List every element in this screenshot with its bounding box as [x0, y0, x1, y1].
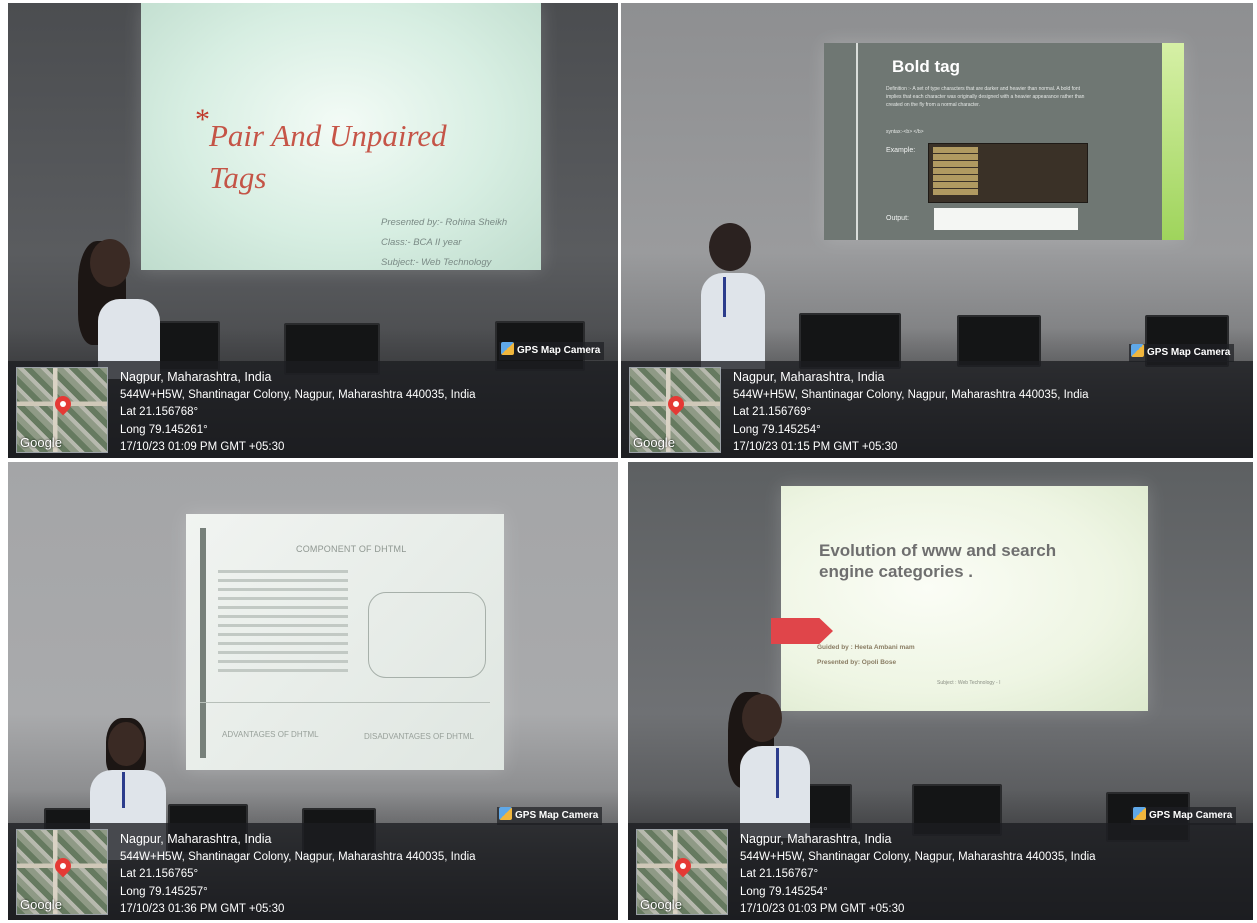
map-pin-icon [51, 854, 75, 878]
subject-text: Subject:- Web Technology [381, 257, 492, 268]
photo-panel-4: Evolution of www and search engine categ… [628, 462, 1253, 920]
map-thumbnail: Google [636, 829, 728, 915]
slide-syntax: syntax:-<b> </b> [886, 129, 924, 135]
gps-address: 544W+H5W, Shantinagar Colony, Nagpur, Ma… [740, 850, 1096, 863]
gps-camera-icon [1133, 807, 1146, 820]
map-thumbnail: Google [16, 829, 108, 915]
map-thumbnail: Google [629, 367, 721, 453]
presenter-person [720, 688, 820, 838]
projected-slide: Evolution of www and search engine categ… [771, 486, 1148, 711]
gps-long: Long 79.145254° [740, 885, 828, 898]
gps-address: 544W+H5W, Shantinagar Colony, Nagpur, Ma… [120, 850, 476, 863]
gps-long: Long 79.145257° [120, 885, 208, 898]
slide-diagram [368, 592, 486, 678]
slide-bullet-star: * [195, 103, 210, 136]
gps-city: Nagpur, Maharashtra, India [733, 370, 885, 384]
gps-details: Nagpur, Maharashtra, India 544W+H5W, Sha… [120, 369, 476, 457]
photo-panel-1: * Pair And Unpaired Tags Presented by:- … [8, 3, 618, 458]
gps-info-bar: Google Nagpur, Maharashtra, India 544W+H… [8, 361, 618, 458]
presented-by-text: Presented by: Opoli Bose [817, 659, 897, 666]
gps-timestamp: 17/10/23 01:09 PM GMT +05:30 [120, 441, 285, 453]
gps-camera-icon [499, 807, 512, 820]
projected-slide: * Pair And Unpaired Tags Presented by:- … [141, 3, 541, 270]
gps-info-bar: Google Nagpur, Maharashtra, India 544W+H… [8, 823, 618, 920]
output-label: Output: [886, 215, 909, 222]
gps-timestamp: 17/10/23 01:03 PM GMT +05:30 [740, 903, 905, 915]
gps-address: 544W+H5W, Shantinagar Colony, Nagpur, Ma… [120, 388, 476, 401]
photo-panel-2: Bold tag Definition :- A set of type cha… [621, 3, 1253, 458]
gps-lat: Lat 21.156767° [740, 868, 819, 880]
gps-lat: Lat 21.156768° [120, 406, 199, 418]
presenter-person [68, 235, 168, 379]
photo-panel-3: COMPONENT OF DHTML ADVANTAGES OF DHTML D… [8, 462, 618, 920]
slide-accent-bar [1162, 43, 1184, 240]
slide-body-text [218, 570, 348, 678]
slide-title: COMPONENT OF DHTML [296, 544, 407, 554]
gps-details: Nagpur, Maharashtra, India 544W+H5W, Sha… [733, 369, 1089, 457]
gps-long: Long 79.145261° [120, 423, 208, 436]
example-label: Example: [886, 147, 916, 154]
gps-info-bar: Google Nagpur, Maharashtra, India 544W+H… [621, 361, 1253, 458]
slide-definition: Definition :- A set of type characters t… [886, 86, 1085, 108]
google-logo: Google [20, 435, 62, 450]
gps-city: Nagpur, Maharashtra, India [120, 370, 272, 384]
map-thumbnail: Google [16, 367, 108, 453]
output-box [934, 208, 1078, 230]
google-logo: Google [20, 897, 62, 912]
gps-city: Nagpur, Maharashtra, India [740, 832, 892, 846]
gps-camera-icon [1131, 344, 1144, 357]
slide-title: Bold tag [892, 57, 960, 76]
slide-rail [856, 43, 858, 240]
gps-camera-icon [501, 342, 514, 355]
advantages-heading: ADVANTAGES OF DHTML [222, 730, 319, 739]
gps-info-bar: Google Nagpur, Maharashtra, India 544W+H… [628, 823, 1253, 920]
gps-timestamp: 17/10/23 01:15 PM GMT +05:30 [733, 441, 898, 453]
google-logo: Google [640, 897, 682, 912]
computer-monitor [957, 315, 1041, 367]
slide-title: Evolution of www and search engine categ… [819, 541, 1057, 581]
presenter-person [695, 221, 775, 371]
map-pin-icon [664, 392, 688, 416]
class-text: Class:- BCA II year [381, 237, 462, 248]
map-pin-icon [671, 854, 695, 878]
code-example-block [928, 143, 1088, 203]
google-logo: Google [633, 435, 675, 450]
gps-details: Nagpur, Maharashtra, India 544W+H5W, Sha… [120, 831, 476, 919]
disadvantages-heading: DISADVANTAGES OF DHTML [364, 732, 474, 741]
gps-city: Nagpur, Maharashtra, India [120, 832, 272, 846]
gps-map-camera-badge: GPS Map Camera [1129, 344, 1235, 362]
projected-slide: COMPONENT OF DHTML ADVANTAGES OF DHTML D… [186, 514, 504, 770]
slide-title: Pair And Unpaired Tags [209, 118, 447, 195]
gps-address: 544W+H5W, Shantinagar Colony, Nagpur, Ma… [733, 388, 1089, 401]
gps-details: Nagpur, Maharashtra, India 544W+H5W, Sha… [740, 831, 1096, 919]
slide-arrow-shape [771, 618, 833, 644]
subject-text: Subject : Web Technology - I [937, 680, 1001, 686]
slide-credits: Presented by:- Rohina Sheikh Class:- BCA… [381, 213, 551, 273]
guided-by-text: Guided by : Heeta Ambani mam [817, 644, 915, 651]
gps-map-camera-badge: GPS Map Camera [499, 342, 605, 360]
gps-long: Long 79.145254° [733, 423, 821, 436]
projected-slide: Bold tag Definition :- A set of type cha… [824, 43, 1184, 240]
slide-divider [200, 702, 490, 703]
gps-timestamp: 17/10/23 01:36 PM GMT +05:30 [120, 903, 285, 915]
gps-lat: Lat 21.156765° [120, 868, 199, 880]
map-pin-icon [51, 392, 75, 416]
presented-by-text: Presented by:- Rohina Sheikh [381, 217, 508, 228]
gps-lat: Lat 21.156769° [733, 406, 812, 418]
slide-side-bar [200, 528, 206, 758]
